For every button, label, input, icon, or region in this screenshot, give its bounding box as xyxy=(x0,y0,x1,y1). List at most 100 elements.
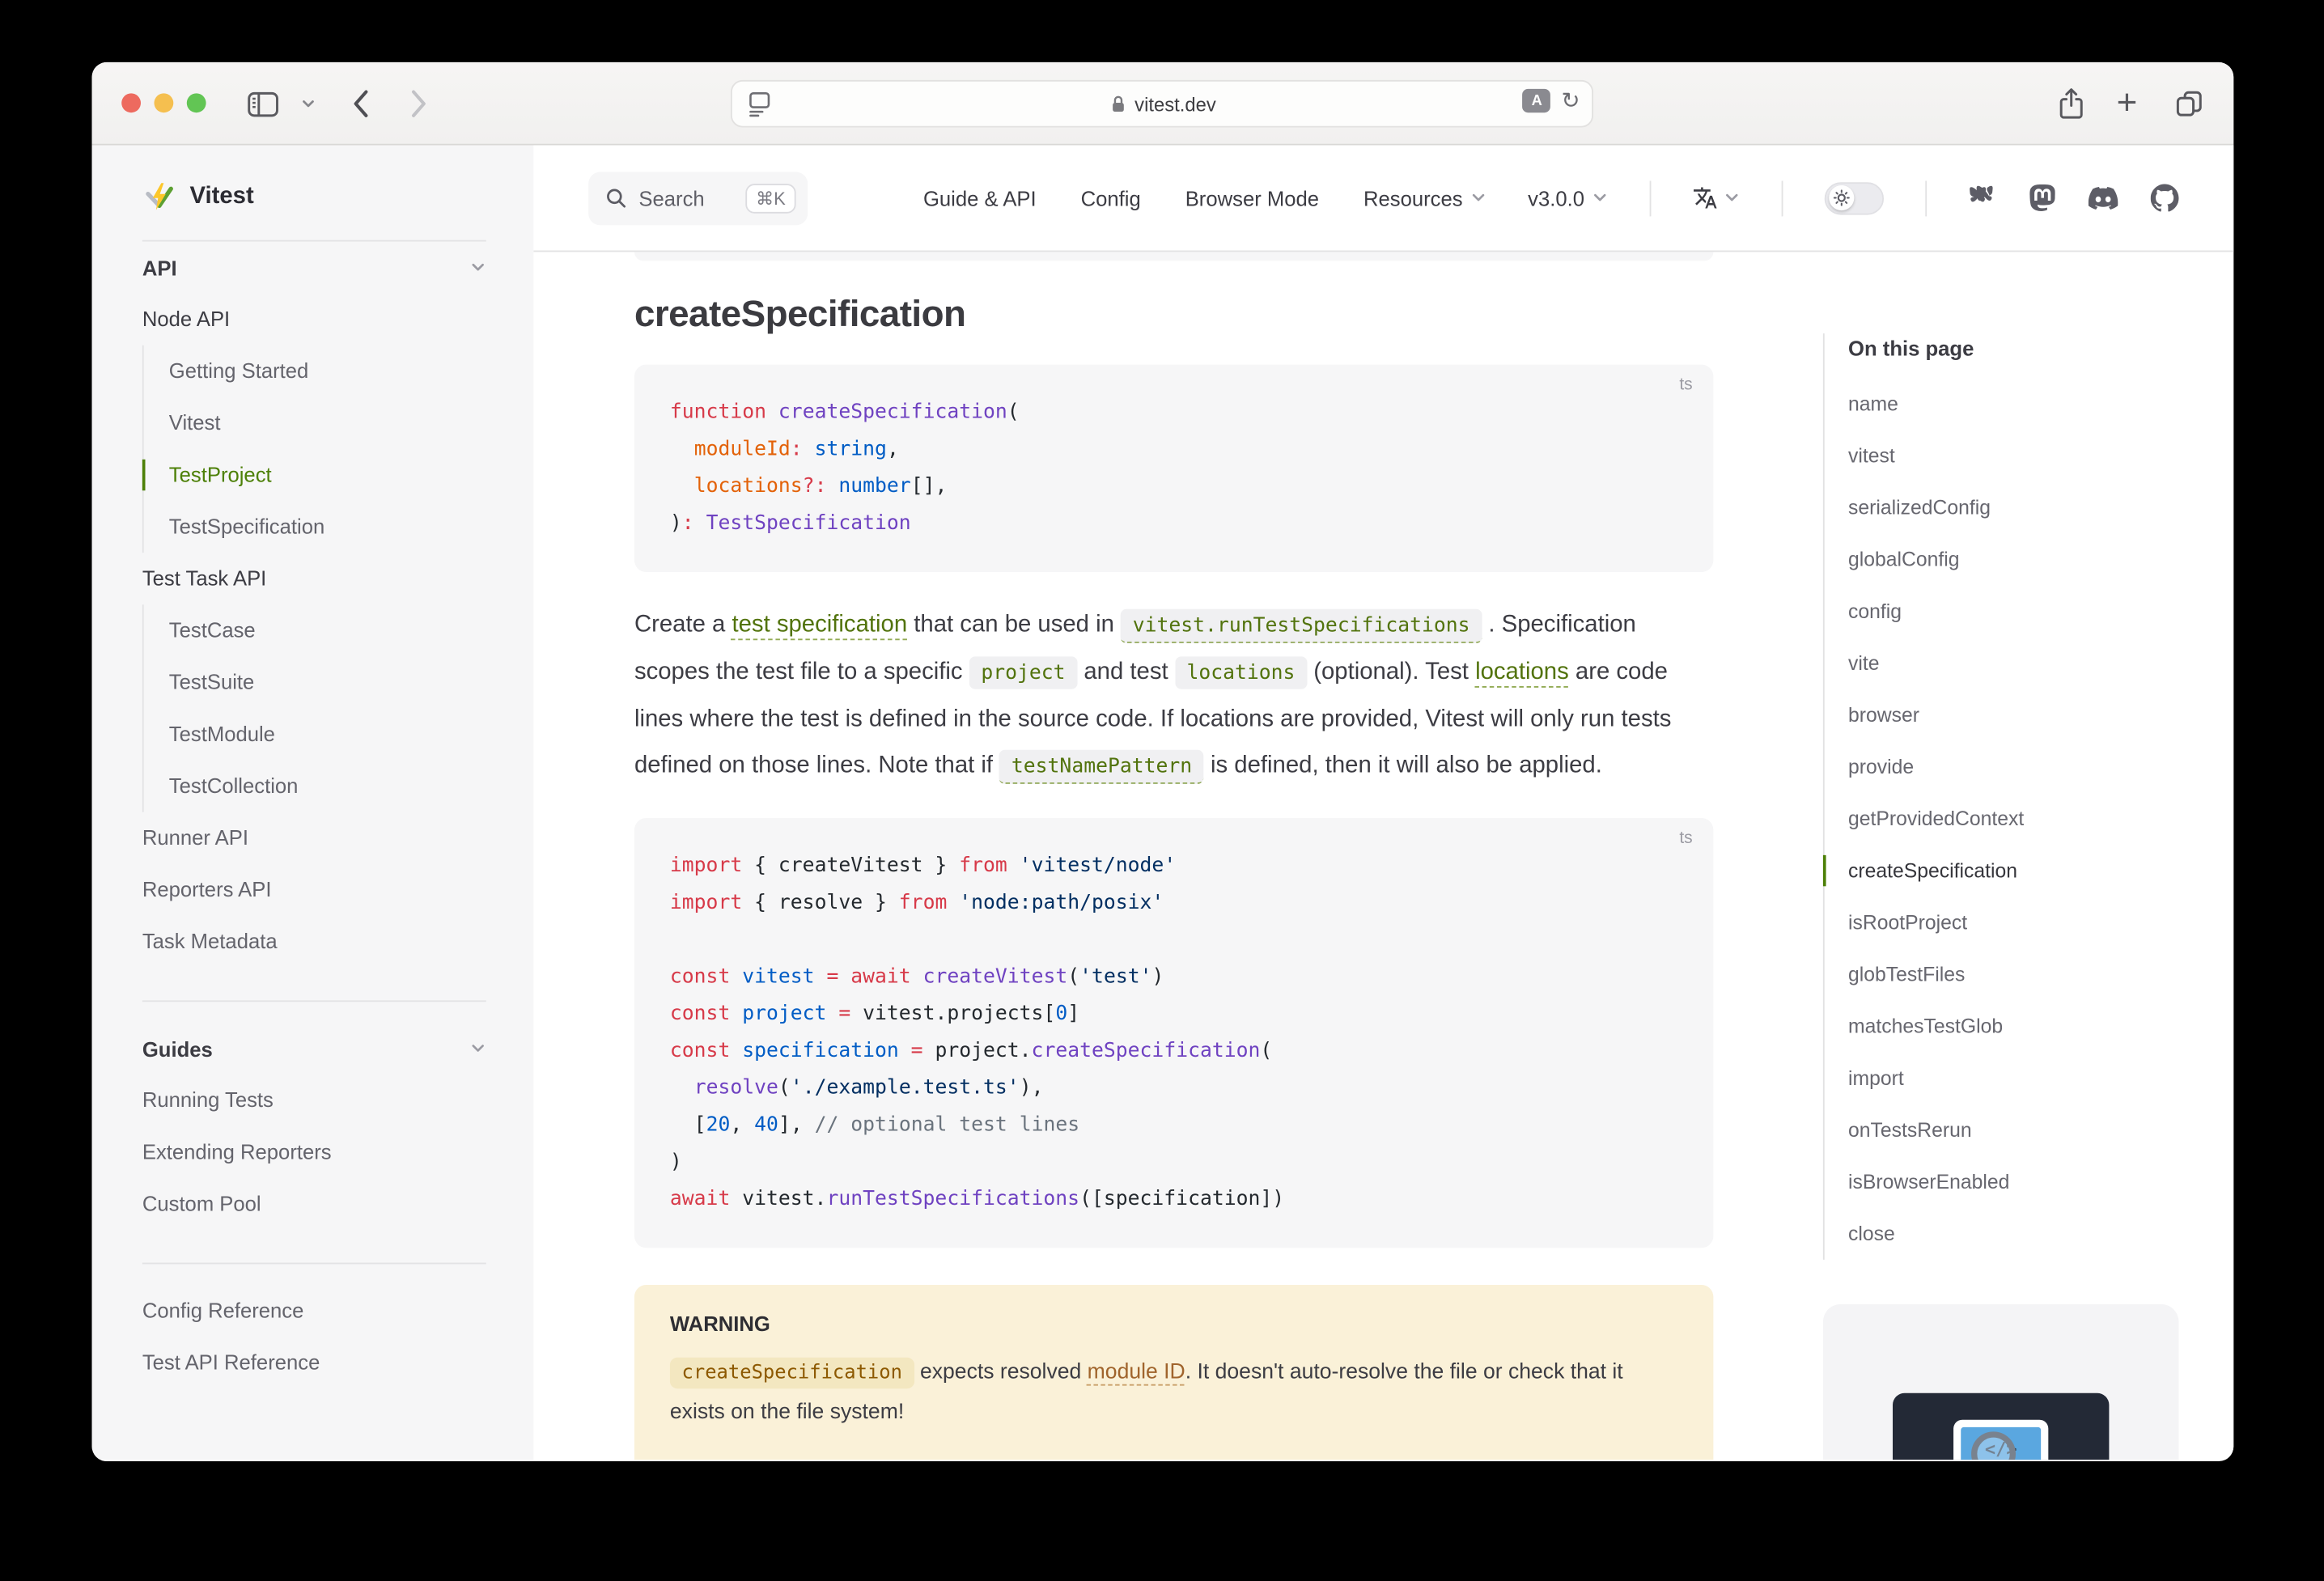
sidebar-item-testcase[interactable]: TestCase xyxy=(169,604,486,656)
toc-item-close[interactable]: close xyxy=(1848,1208,2194,1260)
chevron-down-icon xyxy=(1592,189,1608,206)
url-text: vitest.dev xyxy=(1134,92,1216,114)
address-bar[interactable]: vitest.dev A ↻ xyxy=(731,80,1593,128)
chevron-down-icon xyxy=(470,260,486,276)
toc-item-vite[interactable]: vite xyxy=(1848,638,2194,689)
sidebar-group: TestCaseTestSuiteTestModuleTestCollectio… xyxy=(142,604,486,812)
inline-link[interactable]: locations xyxy=(1475,659,1569,685)
safari-window: vitest.dev A ↻ + xyxy=(92,62,2234,1461)
show-tabs-icon[interactable] xyxy=(2174,62,2204,146)
nav-link-browser-mode[interactable]: Browser Mode xyxy=(1185,186,1319,210)
code-lines: import { createVitest } from 'vitest/nod… xyxy=(670,848,1678,1219)
sidebar-item-testcollection[interactable]: TestCollection xyxy=(169,761,486,812)
sidebar-item-testmodule[interactable]: TestModule xyxy=(169,709,486,761)
reload-icon[interactable]: ↻ xyxy=(1561,87,1580,114)
chevron-down-icon xyxy=(1724,189,1740,206)
sidebar-section-api[interactable]: API xyxy=(142,242,486,294)
sidebar-item-testsuite[interactable]: TestSuite xyxy=(169,656,486,708)
doc-content: createSpecification ts function createSp… xyxy=(533,252,2233,1460)
inline-wlink[interactable]: module ID xyxy=(1088,1360,1185,1384)
toc-item-browser[interactable]: browser xyxy=(1848,689,2194,741)
navbar-separator xyxy=(1925,180,1927,216)
version-menu[interactable]: v3.0.0 xyxy=(1528,186,1608,210)
sidebar-item-running-tests[interactable]: Running Tests xyxy=(142,1074,486,1126)
text-run: Create a xyxy=(634,612,732,637)
language-menu[interactable] xyxy=(1693,185,1741,210)
sidebar-group: Getting StartedVitestTestProjectTestSpec… xyxy=(142,345,486,553)
text-run: expects resolved xyxy=(914,1360,1088,1384)
sidebar-section-label: Guides xyxy=(142,1036,213,1060)
sidebar-group-label-node-api: Node API xyxy=(142,294,486,345)
toc-item-getprovidedcontext[interactable]: getProvidedContext xyxy=(1848,793,2194,845)
toc-item-config[interactable]: config xyxy=(1848,585,2194,637)
search-icon xyxy=(604,187,626,209)
code-lines: function createSpecification( moduleId: … xyxy=(670,394,1678,542)
sidebar-item-extending-reporters[interactable]: Extending Reporters xyxy=(142,1126,486,1178)
vitest-logo-icon xyxy=(142,180,176,214)
search-button[interactable]: Search ⌘K xyxy=(588,172,808,225)
sidebar-item-config-reference[interactable]: Config Reference xyxy=(142,1285,486,1337)
navbar-links: Guide & API Config Browser Mode Resources xyxy=(923,186,1486,210)
sidebar-item-getting-started[interactable]: Getting Started xyxy=(169,345,486,397)
docs-sidebar: Vitest APINode APIGetting StartedVitestT… xyxy=(92,145,534,1460)
nav-link-resources[interactable]: Resources xyxy=(1363,186,1486,210)
nav-link-guide-api[interactable]: Guide & API xyxy=(923,186,1037,210)
toc-item-serializedconfig[interactable]: serializedConfig xyxy=(1848,481,2194,533)
toc-item-isrootproject[interactable]: isRootProject xyxy=(1848,896,2194,948)
mastodon-icon[interactable] xyxy=(2029,184,2056,212)
logo-text: Vitest xyxy=(189,184,253,210)
new-tab-icon[interactable]: + xyxy=(2117,62,2138,146)
warning-title: WARNING xyxy=(670,1312,1678,1335)
sidebar-toggle-icon[interactable] xyxy=(248,62,278,146)
sidebar-item-runner-api[interactable]: Runner API xyxy=(142,812,486,864)
share-icon[interactable] xyxy=(2057,62,2085,146)
sidebar-item-testproject[interactable]: TestProject xyxy=(169,449,486,501)
minimize-window-button[interactable] xyxy=(154,93,173,112)
sidebar-item-task-metadata[interactable]: Task Metadata xyxy=(142,916,486,968)
toc-item-matchestestglob[interactable]: matchesTestGlob xyxy=(1848,1000,2194,1052)
sidebar-divider xyxy=(142,1263,486,1265)
zoom-window-button[interactable] xyxy=(187,93,206,112)
toc-item-vitest[interactable]: vitest xyxy=(1848,430,2194,481)
on-this-page-toc: On this page namevitestserializedConfigg… xyxy=(1823,333,2194,1260)
inline-codelink[interactable]: testNamePattern xyxy=(999,750,1204,784)
nav-link-config[interactable]: Config xyxy=(1081,186,1141,210)
sidebar-menu-chevron-icon[interactable] xyxy=(301,62,316,146)
toc-item-provide[interactable]: provide xyxy=(1848,741,2194,793)
toc-item-isbrowserenabled[interactable]: isBrowserEnabled xyxy=(1848,1156,2194,1208)
forward-button[interactable] xyxy=(410,62,428,146)
translate-icon[interactable]: A xyxy=(1523,89,1551,112)
sidebar-item-reporters-api[interactable]: Reporters API xyxy=(142,864,486,916)
bluesky-icon[interactable] xyxy=(1968,185,1996,210)
text-run: (optional). Test xyxy=(1307,659,1475,685)
sidebar-item-testspecification[interactable]: TestSpecification xyxy=(169,501,486,553)
sidebar-item-custom-pool[interactable]: Custom Pool xyxy=(142,1178,486,1230)
sidebar-item-test-api-reference[interactable]: Test API Reference xyxy=(142,1337,486,1388)
sponsor-ad-card[interactable]: </> xyxy=(1823,1304,2179,1460)
toc-item-globtestfiles[interactable]: globTestFiles xyxy=(1848,948,2194,1000)
vitest-logo[interactable]: Vitest xyxy=(142,180,486,213)
inline-code: locations xyxy=(1175,656,1307,689)
back-button[interactable] xyxy=(351,62,369,146)
search-label: Search xyxy=(638,186,733,210)
toc-items: namevitestserializedConfigglobalConfigco… xyxy=(1848,378,2194,1260)
theme-toggle[interactable] xyxy=(1825,181,1884,214)
inline-codelink[interactable]: vitest.runTestSpecifications xyxy=(1121,609,1482,643)
toc-item-name[interactable]: name xyxy=(1848,378,2194,430)
navbar-separator xyxy=(1782,180,1783,216)
toc-item-ontestsrerun[interactable]: onTestsRerun xyxy=(1848,1104,2194,1156)
sidebar-item-vitest[interactable]: Vitest xyxy=(169,397,486,449)
toc-item-import[interactable]: import xyxy=(1848,1052,2194,1104)
github-icon[interactable] xyxy=(2151,184,2179,212)
toc-item-createspecification[interactable]: createSpecification xyxy=(1848,845,2194,896)
text-run: that can be used in xyxy=(907,612,1121,637)
toc-item-globalconfig[interactable]: globalConfig xyxy=(1848,533,2194,585)
chevron-down-icon xyxy=(470,1041,486,1057)
page-title: createSpecification xyxy=(634,294,2233,337)
text-run: is defined, then it will also be applied… xyxy=(1204,752,1602,778)
sidebar-section-guides[interactable]: Guides xyxy=(142,1023,486,1074)
inline-link[interactable]: test specification xyxy=(732,612,907,637)
discord-icon[interactable] xyxy=(2089,186,2118,210)
close-window-button[interactable] xyxy=(121,93,141,112)
warning-callout: WARNING createSpecification expects reso… xyxy=(634,1285,1713,1460)
